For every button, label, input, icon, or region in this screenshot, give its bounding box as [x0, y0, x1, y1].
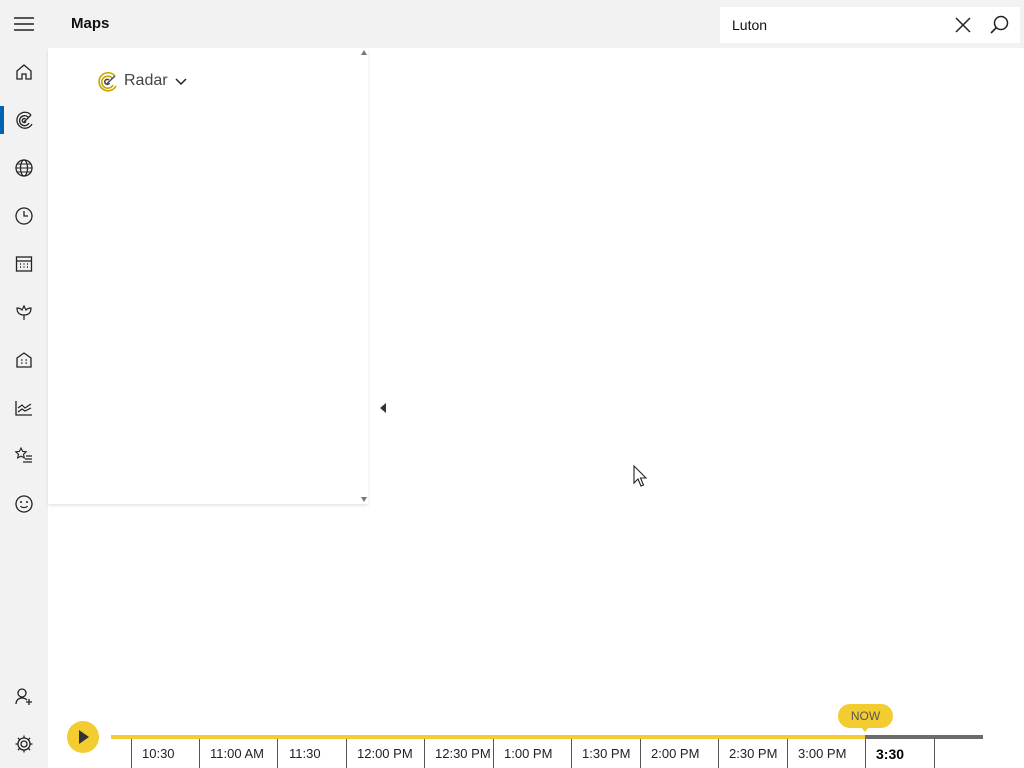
add-person-icon — [15, 688, 32, 705]
timeline-tick-label[interactable]: 11:30 — [289, 746, 321, 761]
timeline-tick-label[interactable]: 2:00 PM — [651, 746, 699, 761]
radar-timeline: NOW 10:30 11:00 AM 11:30 12:00 PM 12:30 … — [48, 700, 1024, 768]
timeline-tick-label[interactable]: 11:00 AM — [210, 746, 264, 761]
timeline-tick-label[interactable]: 10:30 — [142, 746, 175, 761]
nav-item-news[interactable] — [0, 144, 48, 192]
layer-label: Radar — [124, 72, 168, 89]
timeline-tick-label[interactable]: 1:00 PM — [504, 746, 552, 761]
home-icon — [16, 64, 32, 80]
nav-item-hourly[interactable] — [0, 192, 48, 240]
chevron-down-icon — [175, 78, 187, 86]
smiley-icon — [15, 495, 33, 513]
timeline-tick — [199, 739, 200, 768]
search-icon[interactable] — [988, 14, 1010, 36]
app-title: Maps — [71, 15, 110, 32]
play-button[interactable] — [67, 721, 99, 753]
panel-scrollbar[interactable] — [361, 48, 369, 504]
nav-item-favorites[interactable] — [0, 432, 48, 480]
navigation-pane — [0, 48, 48, 768]
radar-icon — [16, 111, 33, 129]
timeline-tick — [571, 739, 572, 768]
nav-item-monthly[interactable] — [0, 240, 48, 288]
gear-icon — [15, 735, 33, 753]
timeline-tick — [346, 739, 347, 768]
nav-item-home[interactable] — [0, 48, 48, 96]
scroll-up-arrow-icon[interactable] — [361, 50, 367, 55]
chart-icon — [15, 401, 32, 416]
scroll-down-arrow-icon[interactable] — [361, 497, 367, 502]
search-box[interactable]: Luton — [720, 7, 1020, 43]
timeline-tick-label[interactable]: 12:30 PM — [435, 746, 491, 761]
timeline-current-tick-label[interactable]: 3:30 — [876, 746, 904, 762]
clock-icon — [15, 207, 33, 225]
flower-icon — [16, 304, 32, 320]
globe-icon — [15, 159, 33, 177]
layer-dropdown[interactable]: Radar — [96, 68, 188, 94]
timeline-tick-label[interactable]: 3:00 PM — [798, 746, 846, 761]
timeline-tick — [424, 739, 425, 768]
timeline-past-track[interactable] — [111, 735, 865, 739]
nav-item-feedback[interactable] — [0, 480, 48, 528]
timeline-tick — [131, 739, 132, 768]
nav-item-life[interactable] — [0, 288, 48, 336]
timeline-tick — [277, 739, 278, 768]
title-bar: Maps Luton — [0, 0, 1024, 48]
timeline-tick — [640, 739, 641, 768]
timeline-tick-label[interactable]: 2:30 PM — [729, 746, 777, 761]
nav-item-maps[interactable] — [0, 96, 48, 144]
nav-item-historical[interactable] — [0, 384, 48, 432]
timeline-tick — [493, 739, 494, 768]
now-badge: NOW — [838, 704, 893, 728]
timeline-tick — [865, 739, 866, 768]
now-pointer — [860, 726, 870, 732]
nav-item-places[interactable] — [0, 336, 48, 384]
building-icon — [16, 352, 32, 368]
layer-panel: Radar — [48, 48, 368, 504]
search-input[interactable]: Luton — [732, 17, 767, 33]
nav-item-settings[interactable] — [0, 720, 48, 768]
calendar-icon — [15, 256, 33, 272]
timeline-future-track[interactable] — [865, 735, 983, 739]
radar-icon — [98, 71, 117, 92]
close-icon[interactable] — [953, 15, 973, 35]
mouse-cursor-icon — [633, 465, 647, 487]
timeline-tick-label[interactable]: 1:30 PM — [582, 746, 630, 761]
hamburger-menu-icon[interactable] — [12, 12, 36, 36]
timeline-tick — [787, 739, 788, 768]
timeline-tick — [934, 739, 935, 768]
star-list-icon — [14, 446, 32, 463]
collapse-panel-arrow-icon[interactable] — [380, 403, 386, 413]
timeline-tick — [718, 739, 719, 768]
nav-item-account[interactable] — [0, 672, 48, 720]
timeline-tick-label[interactable]: 12:00 PM — [357, 746, 413, 761]
